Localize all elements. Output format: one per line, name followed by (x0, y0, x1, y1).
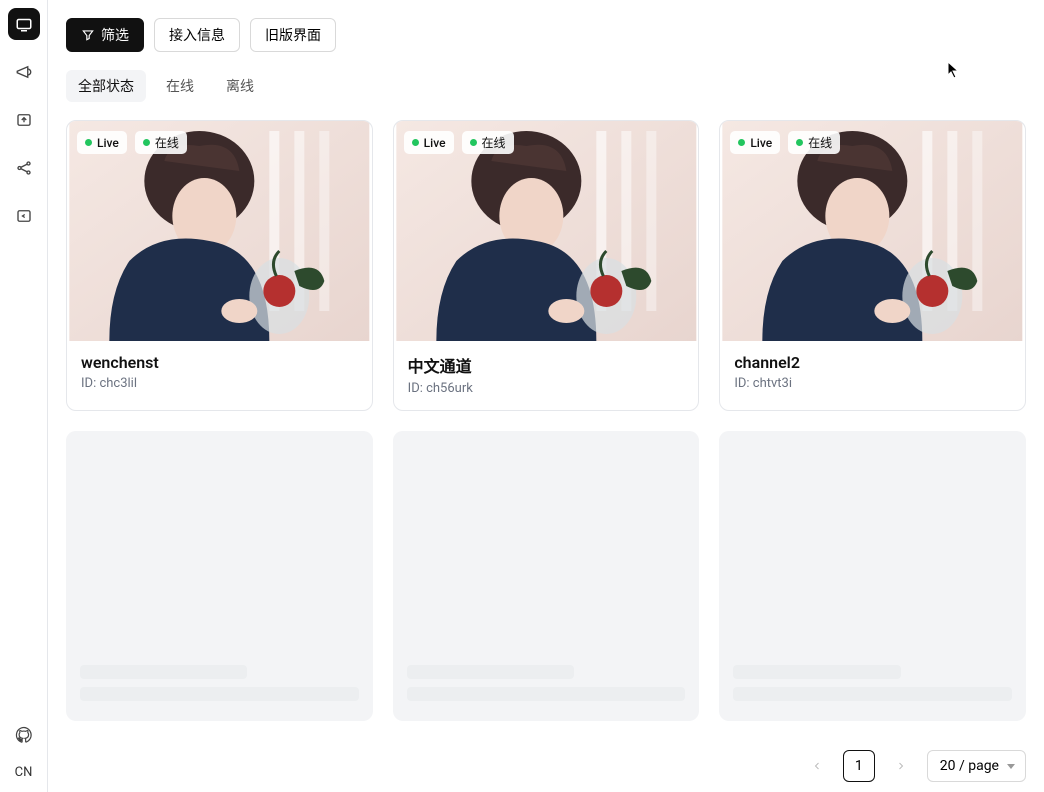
tab-online[interactable]: 在线 (154, 70, 206, 102)
badges: Live 在线 (77, 131, 187, 154)
channel-thumbnail: Live 在线 (67, 121, 372, 341)
skeleton-line (733, 687, 1012, 701)
thumbnail-image (720, 121, 1025, 341)
skeleton-image (393, 431, 700, 653)
live-badge: Live (404, 131, 454, 154)
upload-icon (15, 111, 33, 129)
live-badge: Live (77, 131, 127, 154)
sidebar-item-upload[interactable] (8, 104, 40, 136)
sidebar-item-network[interactable] (8, 152, 40, 184)
card-body: wenchenst ID: chc3lil (67, 341, 372, 405)
channel-id: ID: chc3lil (81, 376, 358, 391)
sidebar: CN (0, 0, 48, 792)
sidebar-item-channels[interactable] (8, 8, 40, 40)
filter-label: 筛选 (101, 25, 129, 45)
skeleton-line (80, 665, 247, 679)
online-label: 在线 (808, 134, 832, 151)
pagination-next[interactable] (885, 750, 917, 782)
badges: Live 在线 (730, 131, 840, 154)
pagination-page-1[interactable]: 1 (843, 750, 875, 782)
online-badge: 在线 (135, 131, 187, 154)
toolbar: 筛选 接入信息 旧版界面 (66, 18, 1026, 52)
live-label: Live (750, 136, 772, 150)
status-tabs: 全部状态 在线 离线 (66, 70, 1026, 102)
pagination-prev[interactable] (801, 750, 833, 782)
channel-card[interactable]: Live 在线 channel2 ID: chtvt3i (719, 120, 1026, 411)
skeleton-line (407, 687, 686, 701)
legacy-ui-button[interactable]: 旧版界面 (250, 18, 336, 52)
badges: Live 在线 (404, 131, 514, 154)
skeleton-card (393, 431, 700, 721)
skeleton-line (80, 687, 359, 701)
access-info-button[interactable]: 接入信息 (154, 18, 240, 52)
status-dot-icon (85, 139, 92, 146)
online-badge: 在线 (788, 131, 840, 154)
status-dot-icon (470, 139, 477, 146)
language-toggle[interactable]: CN (15, 765, 33, 780)
skeleton-line (733, 665, 900, 679)
channel-title: channel2 (734, 353, 1011, 372)
channel-id: ID: chtvt3i (734, 376, 1011, 391)
share-icon (15, 159, 33, 177)
github-icon (15, 726, 33, 744)
online-label: 在线 (155, 134, 179, 151)
status-dot-icon (412, 139, 419, 146)
page-size-select[interactable]: 20 / page (927, 750, 1026, 782)
sidebar-bottom: CN (8, 719, 40, 780)
chevron-right-icon (895, 760, 907, 772)
status-dot-icon (143, 139, 150, 146)
channel-title: 中文通道 (408, 353, 685, 377)
channel-card[interactable]: Live 在线 中文通道 ID: ch56urk (393, 120, 700, 411)
skeleton-lines (719, 653, 1026, 721)
skeleton-lines (393, 653, 700, 721)
channel-id: ID: ch56urk (408, 381, 685, 396)
live-badge: Live (730, 131, 780, 154)
chevron-left-icon (811, 760, 823, 772)
tv-icon (15, 15, 33, 33)
thumbnail-image (67, 121, 372, 341)
page-size-label: 20 / page (940, 758, 999, 774)
main-area: 筛选 接入信息 旧版界面 全部状态 在线 离线 (48, 0, 1044, 792)
status-dot-icon (738, 139, 745, 146)
channel-title: wenchenst (81, 353, 358, 372)
card-body: channel2 ID: chtvt3i (720, 341, 1025, 405)
thumbnail-image (394, 121, 699, 341)
live-label: Live (424, 136, 446, 150)
skeleton-card (66, 431, 373, 721)
status-dot-icon (796, 139, 803, 146)
tab-all-status[interactable]: 全部状态 (66, 70, 146, 102)
megaphone-icon (15, 63, 33, 81)
sidebar-item-broadcast[interactable] (8, 56, 40, 88)
filter-button[interactable]: 筛选 (66, 18, 144, 52)
sidebar-item-github[interactable] (8, 719, 40, 751)
channel-thumbnail: Live 在线 (394, 121, 699, 341)
tab-offline[interactable]: 离线 (214, 70, 266, 102)
skeleton-card (719, 431, 1026, 721)
channel-card[interactable]: Live 在线 wenchenst ID: chc3lil (66, 120, 373, 411)
live-label: Live (97, 136, 119, 150)
channel-grid: Live 在线 wenchenst ID: chc3lil (66, 120, 1026, 721)
skeleton-lines (66, 653, 373, 721)
pagination: 1 20 / page (801, 750, 1026, 782)
card-body: 中文通道 ID: ch56urk (394, 341, 699, 410)
skeleton-line (407, 665, 574, 679)
skeleton-image (719, 431, 1026, 653)
skeleton-image (66, 431, 373, 653)
online-label: 在线 (482, 134, 506, 151)
filter-icon (81, 28, 95, 42)
channel-thumbnail: Live 在线 (720, 121, 1025, 341)
sidebar-top (8, 8, 40, 232)
online-badge: 在线 (462, 131, 514, 154)
sidebar-item-collapse[interactable] (8, 200, 40, 232)
sidebar-collapse-icon (15, 207, 33, 225)
